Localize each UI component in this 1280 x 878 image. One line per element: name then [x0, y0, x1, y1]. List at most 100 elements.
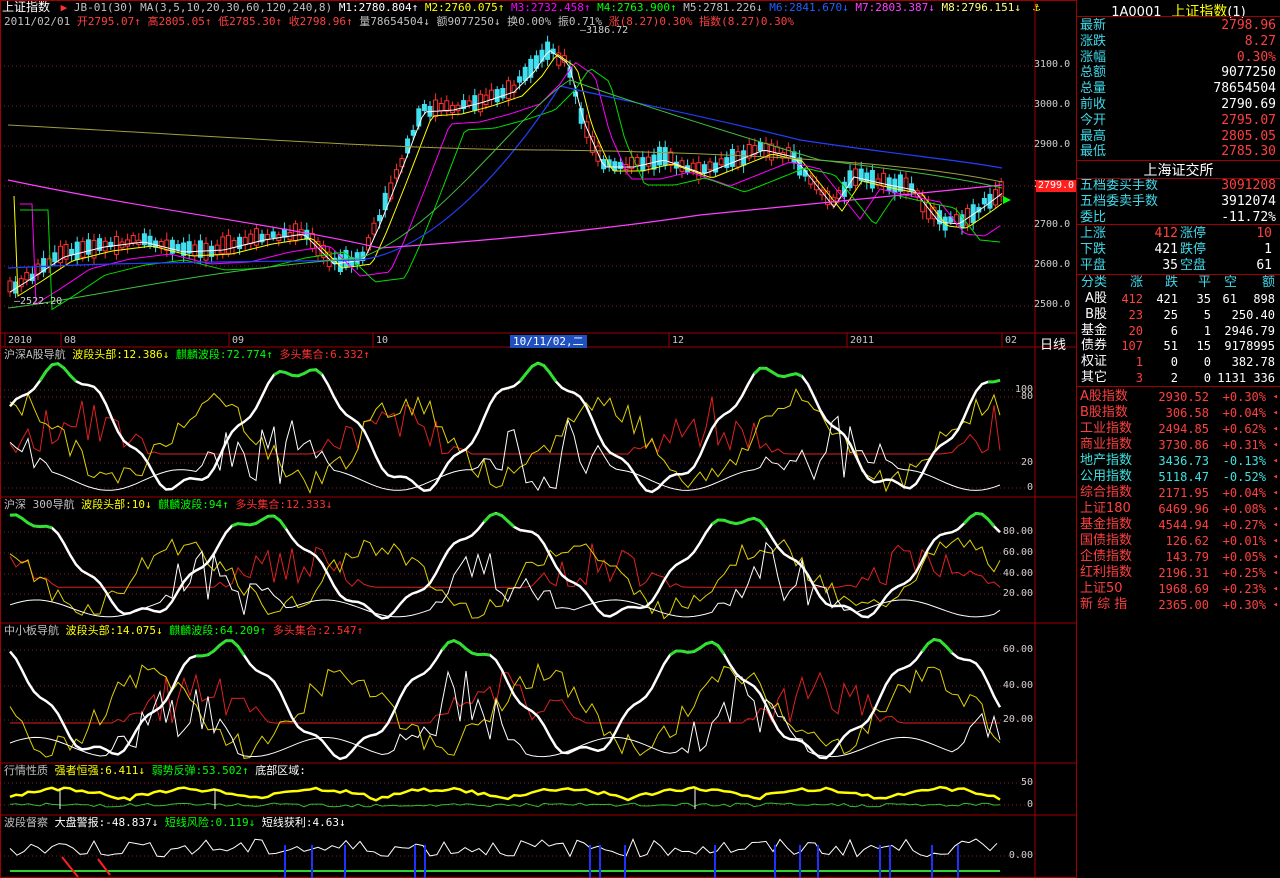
index-name[interactable]: 商业指数 [1080, 437, 1132, 453]
index-change: -0.52% [1222, 470, 1266, 484]
index-name[interactable]: 新 综 指 [1080, 597, 1127, 613]
scroll-arrow-icon[interactable]: ◂ [1273, 392, 1278, 402]
category-name[interactable]: B股 [1085, 307, 1107, 323]
order-label: 委比 [1080, 210, 1107, 225]
index-name[interactable]: 工业指数 [1080, 421, 1132, 437]
scroll-arrow-icon[interactable]: ◂ [1273, 552, 1278, 562]
panel-value: 波段头部:12.386↓ [65, 348, 170, 361]
price-tick-label: 2900.0 [1034, 139, 1071, 150]
index-value: 4544.94 [1158, 518, 1209, 532]
index-change: +0.31% [1222, 438, 1266, 452]
panel-header-1: 沪深A股导航 波段头部:12.386↓ 麒麟波段:72.774↑ 多头集合:6.… [4, 348, 370, 361]
index-name[interactable]: 公用指数 [1080, 469, 1132, 485]
panel-tick-label: 0.00 [1008, 850, 1033, 861]
panel-title[interactable]: 中小板导航 [4, 624, 59, 637]
scroll-arrow-icon[interactable]: ◂ [1273, 600, 1278, 610]
breadth-label: 下跌 [1080, 242, 1107, 257]
category-name[interactable]: 基金 [1081, 323, 1107, 339]
quote-value: 2785.30 [1221, 144, 1276, 160]
quote-row: 前收 2790.69 [1080, 97, 1276, 113]
index-name[interactable]: B股指数 [1080, 405, 1128, 421]
x-tick-label: 12 [672, 335, 685, 346]
chart-canvas[interactable] [0, 0, 1077, 878]
index-name[interactable]: 上证180 [1080, 501, 1131, 517]
category-name[interactable]: 权证 [1081, 354, 1107, 370]
index-change: +0.30% [1222, 598, 1266, 612]
x-tick-label: 2011 [850, 335, 875, 346]
scroll-arrow-icon[interactable]: ◂ [1273, 408, 1278, 418]
scroll-arrow-icon[interactable]: ◂ [1273, 568, 1278, 578]
current-price-tag: 2799.0 [1036, 180, 1076, 192]
scroll-arrow-icon[interactable]: ◂ [1273, 424, 1278, 434]
category-cell: 412 [1121, 292, 1143, 306]
order-label: 五档委卖手数 [1080, 194, 1159, 209]
panel-plot-1 [9, 361, 1001, 495]
index-name[interactable]: 地产指数 [1080, 453, 1132, 469]
index-name[interactable]: 红利指数 [1080, 565, 1132, 581]
breadth-row: 下跌 421 跌停 1 [1080, 242, 1276, 258]
panel-value: 多头集合:12.333↓ [228, 498, 333, 511]
index-name[interactable]: 基金指数 [1080, 517, 1132, 533]
category-cell: 250.40 [1231, 307, 1275, 322]
category-name[interactable]: 债券 [1081, 338, 1107, 354]
panel-tick-label: 60.00 [1002, 644, 1033, 655]
price-tick-label: 2500.0 [1034, 299, 1071, 310]
panel-value: 底部区域: [248, 764, 306, 777]
breadth-row: 平盘 35 空盘 61 [1080, 258, 1276, 274]
panel-value: 短线风险:0.119↓ [158, 816, 256, 829]
panel-tick-label: 80.00 [1002, 526, 1033, 537]
panel-title[interactable]: 沪深 300导航 [4, 498, 75, 511]
scroll-arrow-icon[interactable]: ◂ [1273, 488, 1278, 498]
index-name[interactable]: 国债指数 [1080, 533, 1132, 549]
index-name[interactable]: A股指数 [1080, 389, 1128, 405]
scroll-arrow-icon[interactable]: ◂ [1273, 472, 1278, 482]
panel-header-3: 中小板导航 波段头部:14.075↓ 麒麟波段:64.209↑ 多头集合:2.5… [4, 624, 363, 637]
index-value: 3730.86 [1158, 438, 1209, 452]
panel-tick-label: 20.00 [1002, 714, 1033, 725]
scroll-arrow-icon[interactable]: ◂ [1273, 584, 1278, 594]
price-tick-label: 3100.0 [1034, 59, 1071, 70]
scroll-arrow-icon[interactable]: ◂ [1273, 536, 1278, 546]
breadth-label: 跌停 [1180, 242, 1207, 257]
panel-value: 多头集合:6.332↑ [272, 348, 370, 361]
panel-plot-5 [9, 837, 1000, 878]
panel-title[interactable]: 行情性质 [4, 764, 48, 777]
quote-value: 2795.07 [1221, 112, 1276, 128]
panel-header-2: 沪深 300导航 波段头部:10↓ 麒麟波段:94↑ 多头集合:12.333↓ [4, 498, 332, 511]
scroll-arrow-icon[interactable]: ◂ [1273, 520, 1278, 530]
scroll-arrow-icon[interactable]: ◂ [1273, 504, 1278, 514]
quote-value: 2805.05 [1221, 128, 1276, 144]
quote-label: 最低 [1080, 144, 1107, 160]
category-cell: 1 [1135, 355, 1143, 370]
category-cell: 5 [1203, 307, 1211, 322]
order-value: 3091208 [1221, 178, 1276, 193]
index-value: 2930.52 [1158, 390, 1209, 404]
index-name[interactable]: 综合指数 [1080, 485, 1132, 501]
quote-value: 8.27 [1244, 33, 1276, 49]
category-cell: 898 [1253, 292, 1275, 306]
x-tick-label: 09 [232, 335, 245, 346]
index-change: +0.05% [1222, 550, 1266, 564]
panel-title[interactable]: 沪深A股导航 [4, 348, 66, 361]
category-name[interactable]: 其它 [1081, 370, 1107, 386]
separator [1077, 274, 1280, 275]
breadth-value: 1 [1264, 242, 1272, 257]
breadth-label: 平盘 [1080, 258, 1107, 273]
index-change: +0.30% [1222, 390, 1266, 404]
category-header: 涨 [1129, 275, 1143, 290]
panel-tick-label: 80 [1020, 391, 1033, 402]
scroll-arrow-icon[interactable]: ◂ [1273, 440, 1278, 450]
price-tick-label: 3000.0 [1034, 99, 1071, 110]
index-name[interactable]: 企债指数 [1080, 549, 1132, 565]
panel-value: 麒麟波段:94↑ [151, 498, 229, 511]
index-name[interactable]: 上证50 [1080, 581, 1123, 597]
category-name[interactable]: A股 [1085, 291, 1107, 307]
price-tick-label: 2700.0 [1034, 219, 1071, 230]
panel-title[interactable]: 波段督察 [4, 816, 48, 829]
period-button[interactable]: 日线 [1040, 334, 1066, 353]
scroll-arrow-icon[interactable]: ◂ [1273, 456, 1278, 466]
quote-row: 最高 2805.05 [1080, 129, 1276, 145]
quote-row: 涨跌 8.27 [1080, 34, 1276, 50]
category-cell: 25 [1163, 307, 1178, 322]
panel-value: 多头集合:2.547↑ [266, 624, 364, 637]
